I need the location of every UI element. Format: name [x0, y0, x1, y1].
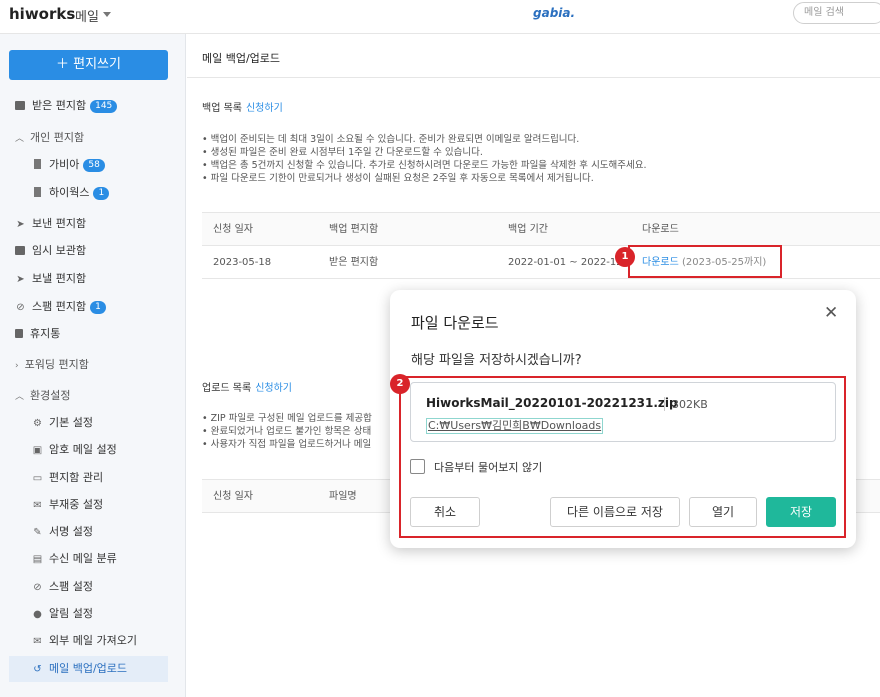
trash-icon [15, 329, 23, 338]
dialog-title: 파일 다운로드 [411, 314, 499, 332]
dont-ask-label[interactable]: 다음부터 물어보지 않기 [434, 459, 542, 475]
app-switcher[interactable]: 메일 [75, 6, 99, 25]
save-as-button[interactable]: 다른 이름으로 저장 [550, 497, 680, 527]
close-icon[interactable]: ✕ [824, 303, 838, 323]
sidebar-item-sent[interactable]: ➤ 보낸 편지함 [15, 215, 86, 233]
table-header: 신청 일자 백업 편지함 백업 기간 다운로드 [202, 213, 880, 246]
chevron-up-icon: ︿ [15, 134, 25, 144]
file-download-dialog: 파일 다운로드 ✕ 해당 파일을 저장하시겠습니까? 2 HiworksMail… [390, 290, 856, 548]
sidebar-item-folder-management[interactable]: ▭ 편지함 관리 [32, 469, 103, 487]
bookmark-icon [34, 187, 41, 197]
backup-section-title: 백업 목록 신청하기 [202, 103, 283, 114]
bookmark-icon [34, 159, 41, 169]
import-mail-icon: ✉ [33, 636, 42, 647]
sidebar-item-basic-settings[interactable]: ⚙ 기본 설정 [32, 414, 93, 432]
block-icon: ⊘ [16, 302, 25, 313]
send-icon: ➤ [16, 219, 25, 230]
backup-notes: • 백업이 준비되는 데 최대 3일이 소요될 수 있습니다. 준비가 완료되면… [202, 134, 647, 184]
sidebar-item-mail-backup[interactable]: ↺ 메일 백업/업로드 [32, 660, 127, 678]
sidebar-item-gabia[interactable]: 가비아 58 [34, 156, 105, 174]
sidebar-item-hiworks[interactable]: 하이웍스 1 [34, 184, 110, 202]
sidebar-item-drafts[interactable]: 임시 보관함 [15, 242, 86, 260]
dont-ask-checkbox[interactable] [410, 459, 425, 474]
file-name: HiworksMail_20220101-20221231.zip [426, 396, 678, 410]
highlight-box-download [628, 245, 782, 278]
unread-badge: 145 [90, 100, 118, 113]
chevron-right-icon: › [15, 361, 19, 371]
compose-button[interactable]: ＋ 편지쓰기 [9, 50, 168, 80]
sidebar-section-settings[interactable]: ︿ 환경설정 [15, 387, 71, 405]
sidebar-item-inbox[interactable]: 받은 편지함 145 [15, 97, 118, 115]
sidebar-item-encrypted-mail[interactable]: ▣ 암호 메일 설정 [32, 441, 117, 459]
unread-badge: 1 [90, 301, 106, 314]
inbox-icon [15, 101, 25, 110]
gear-icon: ⚙ [33, 418, 42, 429]
sidebar-item-signature[interactable]: ✎ 서명 설정 [32, 523, 93, 541]
drafts-icon [15, 246, 25, 255]
sidebar-item-notification-settings[interactable]: ● 알림 설정 [32, 605, 93, 623]
sidebar-section-forwarding[interactable]: › 포워딩 편지함 [15, 356, 89, 374]
dialog-message: 해당 파일을 저장하시겠습니까? [411, 353, 582, 368]
bell-icon: ● [33, 609, 42, 620]
divider [187, 77, 880, 78]
sidebar-item-out-of-office[interactable]: ✉ 부재중 설정 [32, 496, 103, 514]
chevron-down-icon[interactable] [103, 12, 111, 17]
file-info-card: HiworksMail_20220101-20221231.zip 302KB … [410, 382, 836, 442]
compose-label: 편지쓰기 [73, 57, 121, 72]
unread-badge: 1 [93, 187, 110, 200]
cancel-button[interactable]: 취소 [410, 497, 480, 527]
lock-icon: ▣ [32, 445, 43, 456]
save-button[interactable]: 저장 [766, 497, 836, 527]
sidebar-item-external-mail[interactable]: ✉ 외부 메일 가져오기 [32, 632, 137, 650]
upload-section-title: 업로드 목록 신청하기 [202, 383, 292, 394]
sidebar-item-spam[interactable]: ⊘ 스팸 편지함 1 [15, 298, 106, 316]
send-icon: ➤ [16, 274, 25, 285]
top-header: hiworks 메일 gabia. 메일 검색 [0, 0, 880, 34]
chevron-up-icon: ︿ [15, 392, 25, 402]
sidebar-item-spam-settings[interactable]: ⊘ 스팸 설정 [32, 578, 93, 596]
file-size: 302KB [672, 398, 708, 411]
signature-icon: ✎ [33, 527, 42, 538]
gabia-logo: gabia. [533, 6, 576, 20]
open-button[interactable]: 열기 [689, 497, 757, 527]
sidebar-section-personal[interactable]: ︿ 개인 편지함 [15, 129, 84, 147]
page-title: 메일 백업/업로드 [202, 52, 281, 65]
filter-icon: ▤ [32, 554, 43, 565]
block-icon: ⊘ [33, 582, 42, 593]
upload-apply-link[interactable]: 신청하기 [255, 383, 292, 394]
mail-search-input[interactable]: 메일 검색 [793, 2, 880, 24]
step-marker-2: 2 [390, 374, 410, 394]
divider [664, 397, 665, 411]
sidebar-item-trash[interactable]: 휴지통 [15, 325, 60, 343]
sidebar-item-mail-filter[interactable]: ▤ 수신 메일 분류 [32, 550, 117, 568]
sidebar: ＋ 편지쓰기 받은 편지함 145 ︿ 개인 편지함 가비아 58 하이웍스 1 ➤ 보낸… [0, 34, 186, 697]
folder-icon: ▭ [32, 473, 43, 484]
unread-badge: 58 [83, 159, 105, 172]
mail-away-icon: ✉ [33, 500, 42, 511]
history-icon: ↺ [33, 664, 42, 675]
upload-notes: • ZIP 파일로 구성된 메일 업로드를 제공합 • 완료되었거나 업로드 불… [202, 413, 372, 450]
save-path-link[interactable]: C:₩Users₩김민희B₩Downloads [426, 418, 604, 434]
plus-icon: ＋ [56, 57, 74, 72]
backup-apply-link[interactable]: 신청하기 [246, 103, 283, 114]
sidebar-item-outbox[interactable]: ➤ 보낼 편지함 [15, 270, 86, 288]
step-marker-1: 1 [615, 247, 635, 267]
hiworks-logo[interactable]: hiworks [9, 5, 75, 23]
